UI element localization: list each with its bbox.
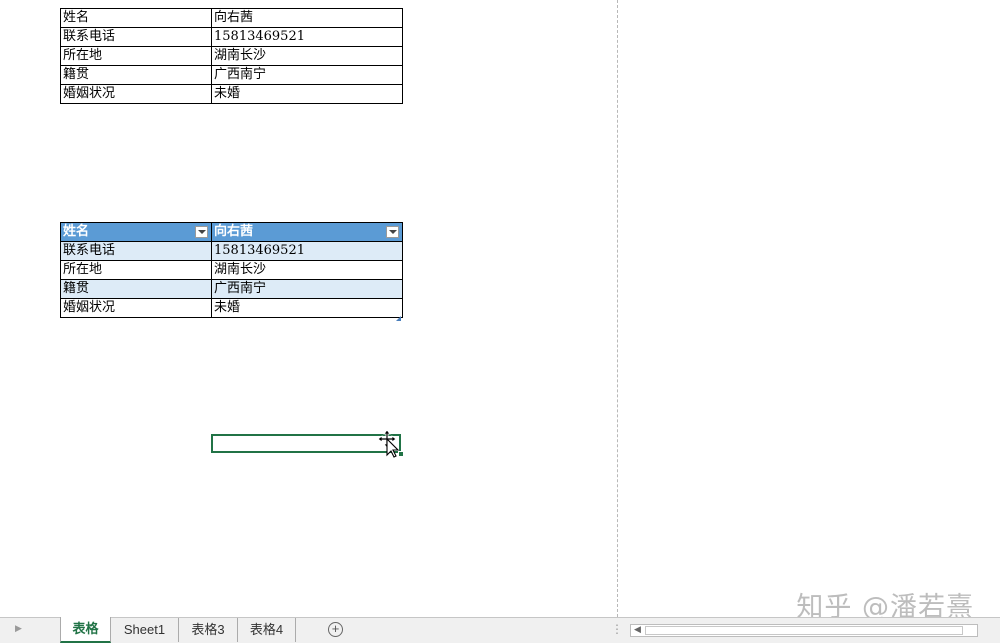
selected-cell[interactable] (211, 434, 401, 453)
tab-sheet-4[interactable]: 表格4 (238, 618, 296, 642)
table-row: 籍贯 广西南宁 (60, 65, 403, 85)
page-break-line (617, 0, 618, 617)
header-cell-2[interactable]: 向右茜 (211, 222, 403, 242)
cell-value[interactable]: 未婚 (211, 298, 403, 318)
formatted-excel-table: 姓名 向右茜 联系电话 15813469521 所在地 湖南长沙 籍贯 广西南宁… (60, 222, 403, 318)
table-row: 姓名 向右茜 (60, 8, 403, 28)
cell-value[interactable]: 15813469521 (211, 27, 403, 47)
header-label-2: 向右茜 (214, 224, 254, 239)
plain-info-table: 姓名 向右茜 联系电话 15813469521 所在地 湖南长沙 籍贯 广西南宁… (60, 8, 403, 104)
header-label-1: 姓名 (63, 224, 90, 239)
table-row: 籍贯 广西南宁 (60, 279, 403, 299)
scrollbar-thumb[interactable] (645, 626, 963, 635)
header-cell-1[interactable]: 姓名 (60, 222, 212, 242)
filter-dropdown-icon[interactable] (195, 226, 208, 238)
cell-value[interactable]: 未婚 (211, 84, 403, 104)
filter-dropdown-icon[interactable] (386, 226, 399, 238)
table-row: 联系电话 15813469521 (60, 241, 403, 261)
cell-label[interactable]: 婚姻状况 (60, 298, 212, 318)
scroll-left-arrow-icon[interactable]: ◀ (634, 624, 641, 635)
cell-value[interactable]: 湖南长沙 (211, 46, 403, 66)
cell-label[interactable]: 籍贯 (60, 279, 212, 299)
cell-value[interactable]: 湖南长沙 (211, 260, 403, 280)
cell-label[interactable]: 籍贯 (60, 65, 212, 85)
cell-value[interactable]: 向右茜 (211, 8, 403, 28)
tab-sheet-1[interactable]: 表格 (60, 617, 111, 643)
sheet-tab-bar: ▶ 表格 Sheet1 表格3 表格4 + ⋮ ◀ (0, 617, 1000, 643)
move-cursor-icon (378, 430, 400, 458)
cell-label[interactable]: 婚姻状况 (60, 84, 212, 104)
cell-label[interactable]: 所在地 (60, 46, 212, 66)
tab-split-handle[interactable]: ⋮ (611, 622, 623, 636)
table-row: 婚姻状况 未婚 (60, 84, 403, 104)
plus-circle-icon[interactable]: + (328, 622, 343, 637)
cell-value[interactable]: 广西南宁 (211, 65, 403, 85)
cell-label[interactable]: 所在地 (60, 260, 212, 280)
table-row: 婚姻状况 未婚 (60, 298, 403, 318)
tab-sheet-3[interactable]: 表格3 (179, 618, 238, 642)
worksheet-grid[interactable]: 姓名 向右茜 联系电话 15813469521 所在地 湖南长沙 籍贯 广西南宁… (0, 0, 1000, 623)
cell-value[interactable]: 广西南宁 (211, 279, 403, 299)
cell-label[interactable]: 联系电话 (60, 27, 212, 47)
cell-label[interactable]: 联系电话 (60, 241, 212, 261)
cell-value[interactable]: 15813469521 (211, 241, 403, 261)
table-header-row: 姓名 向右茜 (60, 222, 403, 242)
cell-label[interactable]: 姓名 (60, 8, 212, 28)
table-row: 所在地 湖南长沙 (60, 260, 403, 280)
table-resize-handle[interactable] (396, 316, 401, 321)
table-row: 联系电话 15813469521 (60, 27, 403, 47)
tab-sheet-2[interactable]: Sheet1 (111, 618, 179, 642)
horizontal-scrollbar[interactable]: ◀ (630, 624, 978, 637)
scroll-tabs-arrow-icon[interactable]: ▶ (15, 623, 22, 634)
table-row: 所在地 湖南长沙 (60, 46, 403, 66)
